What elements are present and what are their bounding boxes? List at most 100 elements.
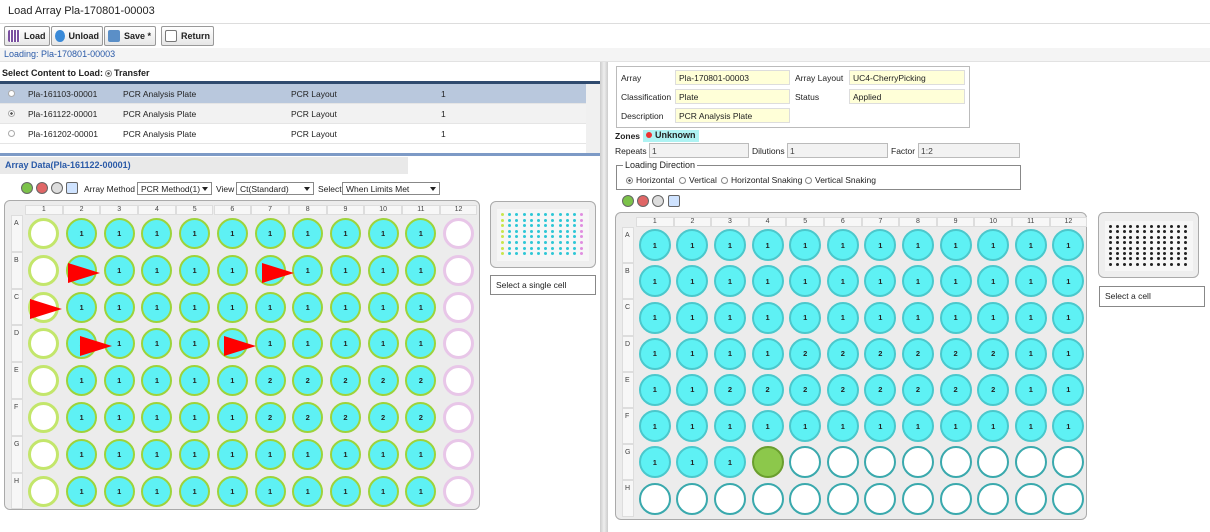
well[interactable]: 1 bbox=[751, 301, 784, 334]
view-select[interactable]: Ct(Standard) bbox=[236, 182, 314, 195]
well[interactable]: 1 bbox=[179, 438, 211, 470]
well[interactable] bbox=[443, 438, 475, 470]
well[interactable] bbox=[443, 365, 475, 397]
well[interactable]: 2 bbox=[789, 337, 822, 370]
well[interactable] bbox=[939, 482, 972, 515]
well[interactable] bbox=[902, 446, 934, 479]
content-row[interactable]: Pla-161103-00001 PCR Analysis Plate PCR … bbox=[0, 84, 586, 104]
well[interactable] bbox=[826, 482, 859, 515]
well[interactable]: 1 bbox=[789, 301, 822, 334]
well[interactable]: 1 bbox=[216, 254, 248, 286]
well[interactable]: 1 bbox=[676, 229, 709, 262]
well[interactable]: 1 bbox=[141, 401, 173, 433]
well[interactable]: 1 bbox=[216, 365, 248, 397]
well[interactable]: 1 bbox=[977, 265, 1010, 298]
well[interactable]: 1 bbox=[638, 301, 671, 334]
well[interactable]: 1 bbox=[405, 217, 437, 249]
left-plate-thumbnail[interactable] bbox=[490, 201, 596, 268]
well[interactable]: 1 bbox=[826, 229, 859, 262]
zoom-reset-icon[interactable] bbox=[51, 182, 63, 194]
panel-splitter[interactable] bbox=[600, 62, 608, 532]
select-mode-select[interactable]: When Limits Met bbox=[342, 182, 440, 195]
well[interactable]: 1 bbox=[826, 265, 859, 298]
well[interactable]: 1 bbox=[405, 438, 437, 470]
well[interactable]: 2 bbox=[751, 373, 784, 406]
zoom-reset-icon[interactable] bbox=[652, 195, 664, 207]
well[interactable]: 1 bbox=[405, 291, 437, 323]
well[interactable]: 1 bbox=[1014, 337, 1047, 370]
well[interactable]: 1 bbox=[405, 475, 437, 507]
well[interactable]: 1 bbox=[789, 229, 822, 262]
well[interactable]: 1 bbox=[254, 438, 286, 470]
well[interactable]: 1 bbox=[141, 291, 173, 323]
well[interactable]: 1 bbox=[864, 410, 897, 443]
row-radio[interactable] bbox=[8, 110, 15, 117]
vertical-option[interactable]: Vertical bbox=[679, 175, 717, 185]
well[interactable]: 1 bbox=[751, 265, 784, 298]
zoom-in-icon[interactable] bbox=[21, 182, 33, 194]
well[interactable] bbox=[28, 438, 60, 470]
well[interactable] bbox=[443, 475, 475, 507]
return-button[interactable]: Return bbox=[161, 26, 214, 46]
well[interactable]: 1 bbox=[103, 217, 135, 249]
well[interactable]: 1 bbox=[216, 217, 248, 249]
well[interactable]: 1 bbox=[751, 229, 784, 262]
well[interactable] bbox=[977, 482, 1010, 515]
well[interactable] bbox=[864, 446, 897, 479]
content-row[interactable]: Pla-161122-00001 PCR Analysis Plate PCR … bbox=[0, 104, 586, 124]
well[interactable]: 1 bbox=[367, 328, 399, 360]
well[interactable] bbox=[714, 482, 746, 515]
well[interactable]: 2 bbox=[789, 373, 822, 406]
well[interactable]: 1 bbox=[1014, 301, 1047, 334]
well[interactable]: 1 bbox=[1052, 265, 1085, 298]
well[interactable]: 1 bbox=[292, 438, 324, 470]
well[interactable]: 1 bbox=[367, 217, 399, 249]
well[interactable]: 2 bbox=[977, 373, 1010, 406]
well[interactable]: 1 bbox=[329, 438, 361, 470]
well[interactable]: 2 bbox=[329, 401, 361, 433]
well[interactable]: 1 bbox=[1052, 301, 1085, 334]
well[interactable]: 1 bbox=[939, 410, 972, 443]
well[interactable]: 1 bbox=[254, 217, 286, 249]
well[interactable]: 1 bbox=[216, 401, 248, 433]
well[interactable]: 1 bbox=[179, 254, 211, 286]
well[interactable]: 2 bbox=[405, 401, 437, 433]
load-button[interactable]: Load bbox=[4, 26, 50, 46]
well[interactable]: 1 bbox=[1014, 373, 1047, 406]
well[interactable]: 1 bbox=[676, 301, 709, 334]
row-radio[interactable] bbox=[8, 90, 15, 97]
well[interactable]: 2 bbox=[367, 365, 399, 397]
well[interactable]: 1 bbox=[329, 291, 361, 323]
well[interactable]: 1 bbox=[141, 217, 173, 249]
factor-field[interactable]: 1:2 bbox=[918, 143, 1020, 158]
well[interactable] bbox=[1014, 446, 1047, 479]
well[interactable]: 1 bbox=[676, 373, 709, 406]
well[interactable]: 1 bbox=[216, 291, 248, 323]
well[interactable]: 1 bbox=[103, 365, 135, 397]
well[interactable]: 1 bbox=[977, 410, 1010, 443]
well[interactable]: 2 bbox=[292, 401, 324, 433]
well[interactable] bbox=[1052, 446, 1085, 479]
well[interactable]: 1 bbox=[826, 410, 859, 443]
well[interactable]: 2 bbox=[367, 401, 399, 433]
well[interactable]: 1 bbox=[714, 265, 746, 298]
save-button[interactable]: Save * bbox=[104, 26, 156, 46]
well[interactable]: 1 bbox=[864, 301, 897, 334]
zoom-out-icon[interactable] bbox=[637, 195, 649, 207]
well[interactable]: 1 bbox=[329, 217, 361, 249]
well[interactable]: 1 bbox=[292, 217, 324, 249]
well[interactable]: 2 bbox=[902, 337, 934, 370]
well[interactable]: 1 bbox=[141, 328, 173, 360]
well[interactable]: 1 bbox=[103, 401, 135, 433]
well[interactable] bbox=[28, 328, 60, 360]
well[interactable]: 1 bbox=[66, 401, 98, 433]
well[interactable]: 1 bbox=[638, 446, 671, 479]
well[interactable] bbox=[864, 482, 897, 515]
well[interactable]: 1 bbox=[714, 229, 746, 262]
well[interactable]: 1 bbox=[638, 229, 671, 262]
well[interactable] bbox=[826, 446, 859, 479]
well[interactable]: 1 bbox=[103, 291, 135, 323]
well[interactable]: 1 bbox=[367, 475, 399, 507]
well[interactable]: 1 bbox=[367, 291, 399, 323]
content-row[interactable]: Pla-161202-00001 PCR Analysis Plate PCR … bbox=[0, 124, 586, 144]
